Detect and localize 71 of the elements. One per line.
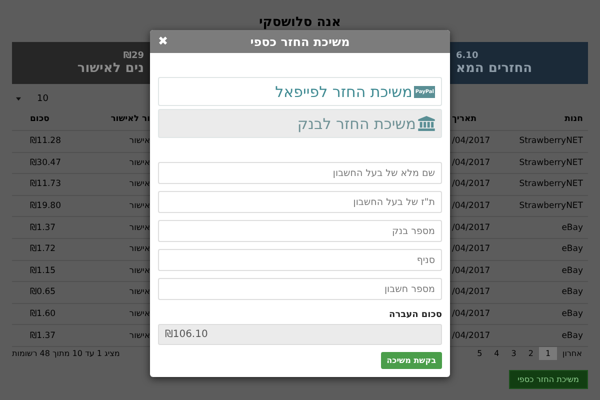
table-cell-text: ₪19.80 bbox=[29, 201, 62, 212]
table-cell-text: eBay bbox=[560, 222, 584, 233]
page-link[interactable]: 1 bbox=[539, 346, 557, 360]
table-cell-text: אישור bbox=[128, 309, 150, 320]
caret-icon bbox=[16, 97, 21, 101]
card-label: נים לאישור bbox=[77, 60, 144, 76]
table-cell-text: אישור bbox=[128, 287, 150, 298]
close-button[interactable]: ✖ bbox=[158, 34, 168, 48]
table-cell-text: /04/2017 bbox=[451, 266, 490, 276]
table-cell-text: ₪1.60 bbox=[29, 309, 57, 320]
table-cell-text: eBay bbox=[560, 266, 584, 276]
table-cell-text: ₪0.65 bbox=[29, 287, 57, 298]
table-cell-text: ₪1.15 bbox=[29, 266, 57, 276]
table-cell-text: /04/2017 bbox=[451, 158, 490, 168]
table-cell-text: אישור bbox=[128, 266, 150, 276]
table-cell-text: אישור bbox=[128, 330, 150, 341]
table-cell-text: StrawberryNET bbox=[518, 158, 584, 168]
page-link[interactable]: 3 bbox=[505, 346, 522, 360]
table-cell-text: StrawberryNET bbox=[518, 201, 584, 212]
table-cell-text: /04/2017 bbox=[451, 330, 490, 341]
card-amount: ₪29 bbox=[123, 50, 144, 60]
modal-title: משיכת החזר כספי bbox=[250, 34, 350, 48]
bank-icon bbox=[418, 116, 435, 131]
column-header[interactable]: תאריך bbox=[450, 114, 490, 124]
table-cell-text: ₪11.28 bbox=[29, 136, 62, 146]
input-field[interactable]: מספר בנק bbox=[158, 220, 442, 242]
page-link[interactable]: אחרון bbox=[556, 346, 588, 360]
table-cell-text: /04/2017 bbox=[451, 136, 490, 146]
table-cell-text: אישור bbox=[128, 244, 150, 254]
input-field[interactable]: שם מלא של בעל החשבון bbox=[158, 162, 442, 184]
table-cell-text: אישור bbox=[128, 222, 150, 233]
column-header[interactable]: סכום bbox=[12, 114, 90, 124]
card-label: החזרים המא bbox=[456, 60, 532, 76]
table-cell-text: אישור bbox=[128, 201, 150, 212]
table-cell-text: eBay bbox=[560, 309, 584, 320]
table-cell-text: StrawberryNET bbox=[518, 179, 584, 190]
submit-button[interactable]: בקשת משיכה bbox=[380, 352, 442, 369]
records-info: מציג 1 עד 10 מתוך 48 רשומות bbox=[12, 348, 120, 358]
amount-label: סכום העברה bbox=[388, 310, 442, 320]
table-cell-text: /04/2017 bbox=[451, 309, 490, 320]
table-cell-text: /04/2017 bbox=[451, 179, 490, 190]
card-amount: 6.10 bbox=[456, 50, 478, 60]
page-title: אנה סלושסקי bbox=[258, 14, 342, 32]
payout-option[interactable]: משיכת החזר לבנק bbox=[158, 109, 442, 138]
amount-field[interactable]: ₪106.10 bbox=[158, 324, 442, 345]
column-header[interactable]: ור לאישור bbox=[90, 114, 150, 124]
table-cell-text: ₪30.47 bbox=[29, 158, 62, 168]
column-header[interactable]: חנות bbox=[490, 114, 588, 124]
table-cell-text: eBay bbox=[560, 244, 584, 254]
table-cell-text: ₪11.73 bbox=[29, 179, 62, 190]
input-field[interactable]: סניף bbox=[158, 249, 442, 271]
table-cell-text: אישור bbox=[128, 136, 150, 146]
table-cell-text: /04/2017 bbox=[451, 244, 490, 254]
page-link[interactable]: 2 bbox=[522, 346, 540, 360]
table-cell-text: ₪1.72 bbox=[29, 244, 57, 254]
withdraw-button[interactable]: משיכת החזר כספי bbox=[508, 370, 588, 389]
page-link[interactable]: 5 bbox=[471, 346, 488, 360]
table-cell-text: StrawberryNET bbox=[518, 136, 584, 146]
page-link[interactable]: 4 bbox=[488, 346, 506, 360]
table-cell-text: eBay bbox=[560, 330, 584, 341]
table-cell-text: ₪1.37 bbox=[29, 222, 57, 233]
table-cell-text: אישור bbox=[128, 179, 150, 190]
table-cell-text: /04/2017 bbox=[451, 201, 490, 212]
table-cell-text: eBay bbox=[560, 287, 584, 298]
table-cell-text: ₪1.37 bbox=[29, 330, 57, 341]
table-cell-text: /04/2017 bbox=[451, 222, 490, 233]
table-cell-text: /04/2017 bbox=[451, 287, 490, 298]
input-field[interactable]: ת"ז של בעל החשבון bbox=[158, 191, 442, 213]
table-cell-text: אישור bbox=[128, 158, 150, 168]
page-size-select[interactable]: 10 bbox=[12, 94, 52, 104]
input-field[interactable]: מספר חשבון bbox=[158, 278, 442, 300]
